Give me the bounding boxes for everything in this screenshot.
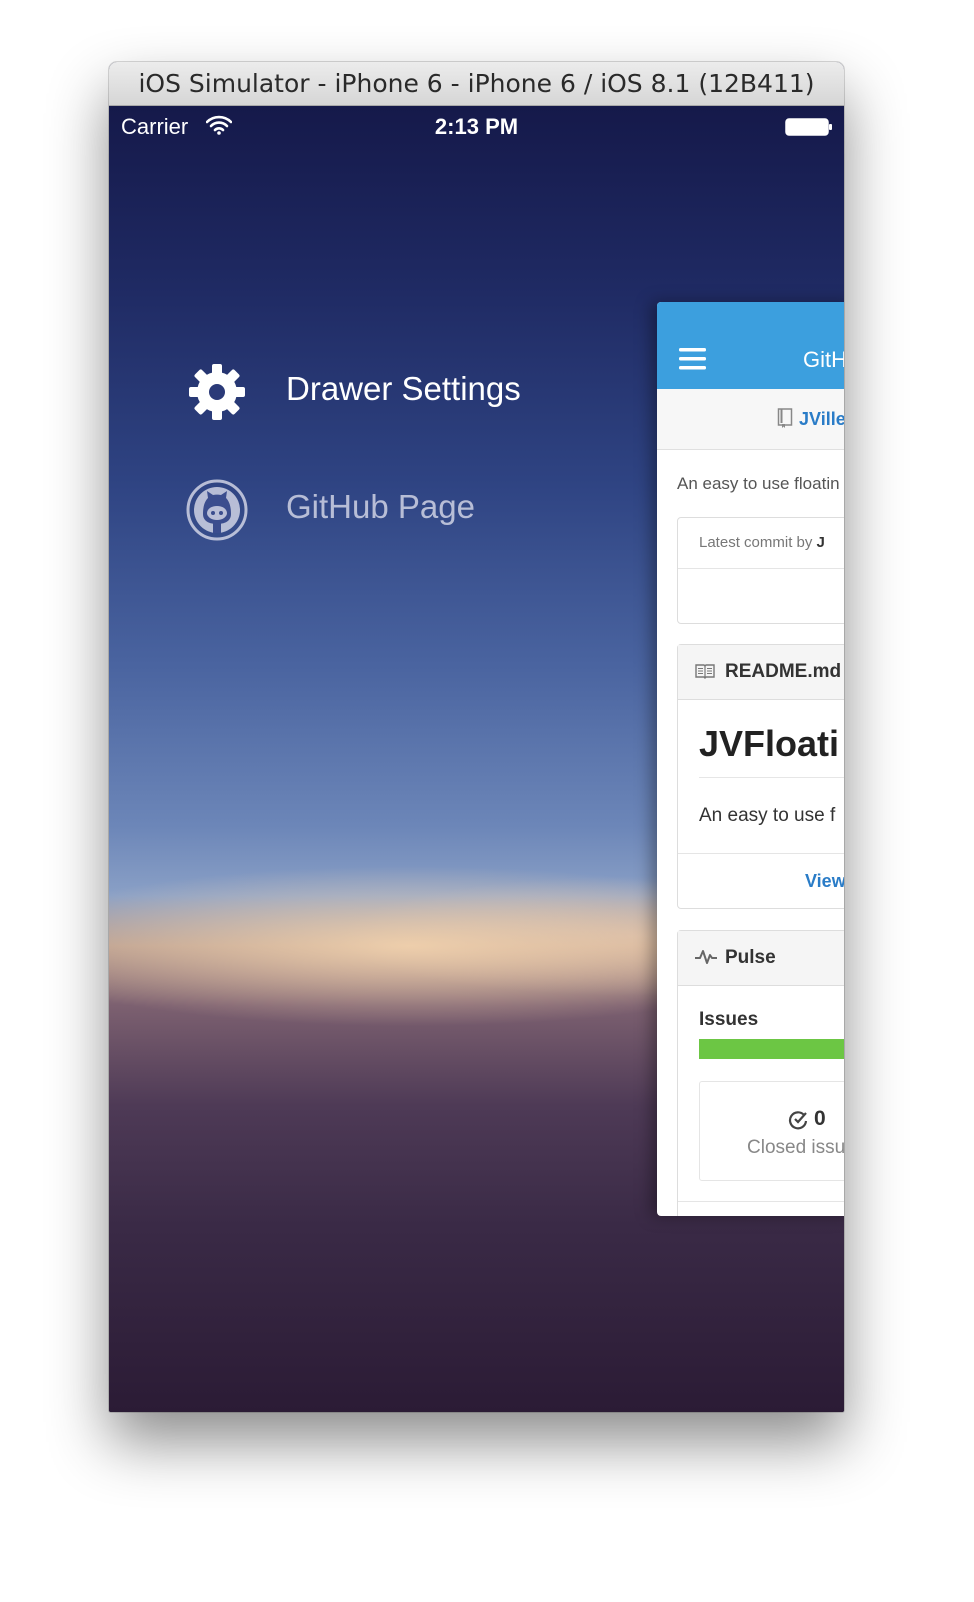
pulse-header: Pulse xyxy=(678,931,844,986)
repo-name-link[interactable]: JVille xyxy=(799,409,844,430)
center-content-panel[interactable]: GitH JVille An easy to use floatin Lates… xyxy=(657,302,844,1216)
pulse-box: Pulse Issues 0 Closed issu xyxy=(677,930,844,1216)
device-screen: Carrier 2:13 PM Drawer Settings GitHub P… xyxy=(109,106,844,1412)
pulse-title: Pulse xyxy=(725,947,776,968)
issues-progress-bar xyxy=(699,1039,844,1059)
drawer-item-settings[interactable]: Drawer Settings xyxy=(185,356,625,436)
closed-issues-label: Closed issu xyxy=(747,1137,844,1158)
readme-footer-divider xyxy=(678,853,844,854)
commit-author-link[interactable]: J xyxy=(817,534,825,551)
drawer-item-label: Drawer Settings xyxy=(286,370,521,407)
pulse-icon xyxy=(695,950,717,964)
gear-icon xyxy=(189,364,245,420)
repo-description: An easy to use floatin xyxy=(677,474,840,493)
repo-icon xyxy=(777,408,793,428)
window-title: iOS Simulator - iPhone 6 - iPhone 6 / iO… xyxy=(109,62,844,106)
readme-box: README.md JVFloati An easy to use f View xyxy=(677,644,844,909)
readme-heading: JVFloati xyxy=(699,723,840,764)
pulse-divider xyxy=(678,1201,844,1202)
closed-issues-count: 0 xyxy=(814,1107,826,1130)
readme-paragraph: An easy to use f xyxy=(699,805,836,826)
content-navbar: GitH xyxy=(657,302,844,389)
closed-issue-icon xyxy=(788,1111,808,1130)
latest-commit-box: Latest commit by J xyxy=(677,517,844,624)
hamburger-menu-icon[interactable] xyxy=(679,348,706,370)
simulator-window: iOS Simulator - iPhone 6 - iPhone 6 / iO… xyxy=(109,62,844,1412)
repo-header: JVille xyxy=(657,389,844,450)
readme-title: README.md xyxy=(725,661,842,682)
drawer-item-label: GitHub Page xyxy=(286,488,475,525)
readme-header: README.md xyxy=(678,645,844,700)
github-octocat-icon xyxy=(186,479,248,541)
closed-issues-stat[interactable]: 0 Closed issu xyxy=(699,1081,844,1181)
drawer-item-github[interactable]: GitHub Page xyxy=(185,474,625,554)
readme-divider xyxy=(699,777,844,778)
commit-prefix: Latest commit by xyxy=(699,534,817,551)
navbar-title: GitH xyxy=(803,347,844,372)
commit-header: Latest commit by J xyxy=(678,518,844,569)
issues-label: Issues xyxy=(699,1009,759,1030)
battery-icon xyxy=(785,118,832,136)
commit-text: Latest commit by J xyxy=(699,534,825,551)
book-icon xyxy=(695,664,715,679)
readme-view-link[interactable]: View xyxy=(805,871,844,892)
status-time: 2:13 PM xyxy=(434,114,519,139)
status-bar: Carrier 2:13 PM xyxy=(109,106,844,146)
